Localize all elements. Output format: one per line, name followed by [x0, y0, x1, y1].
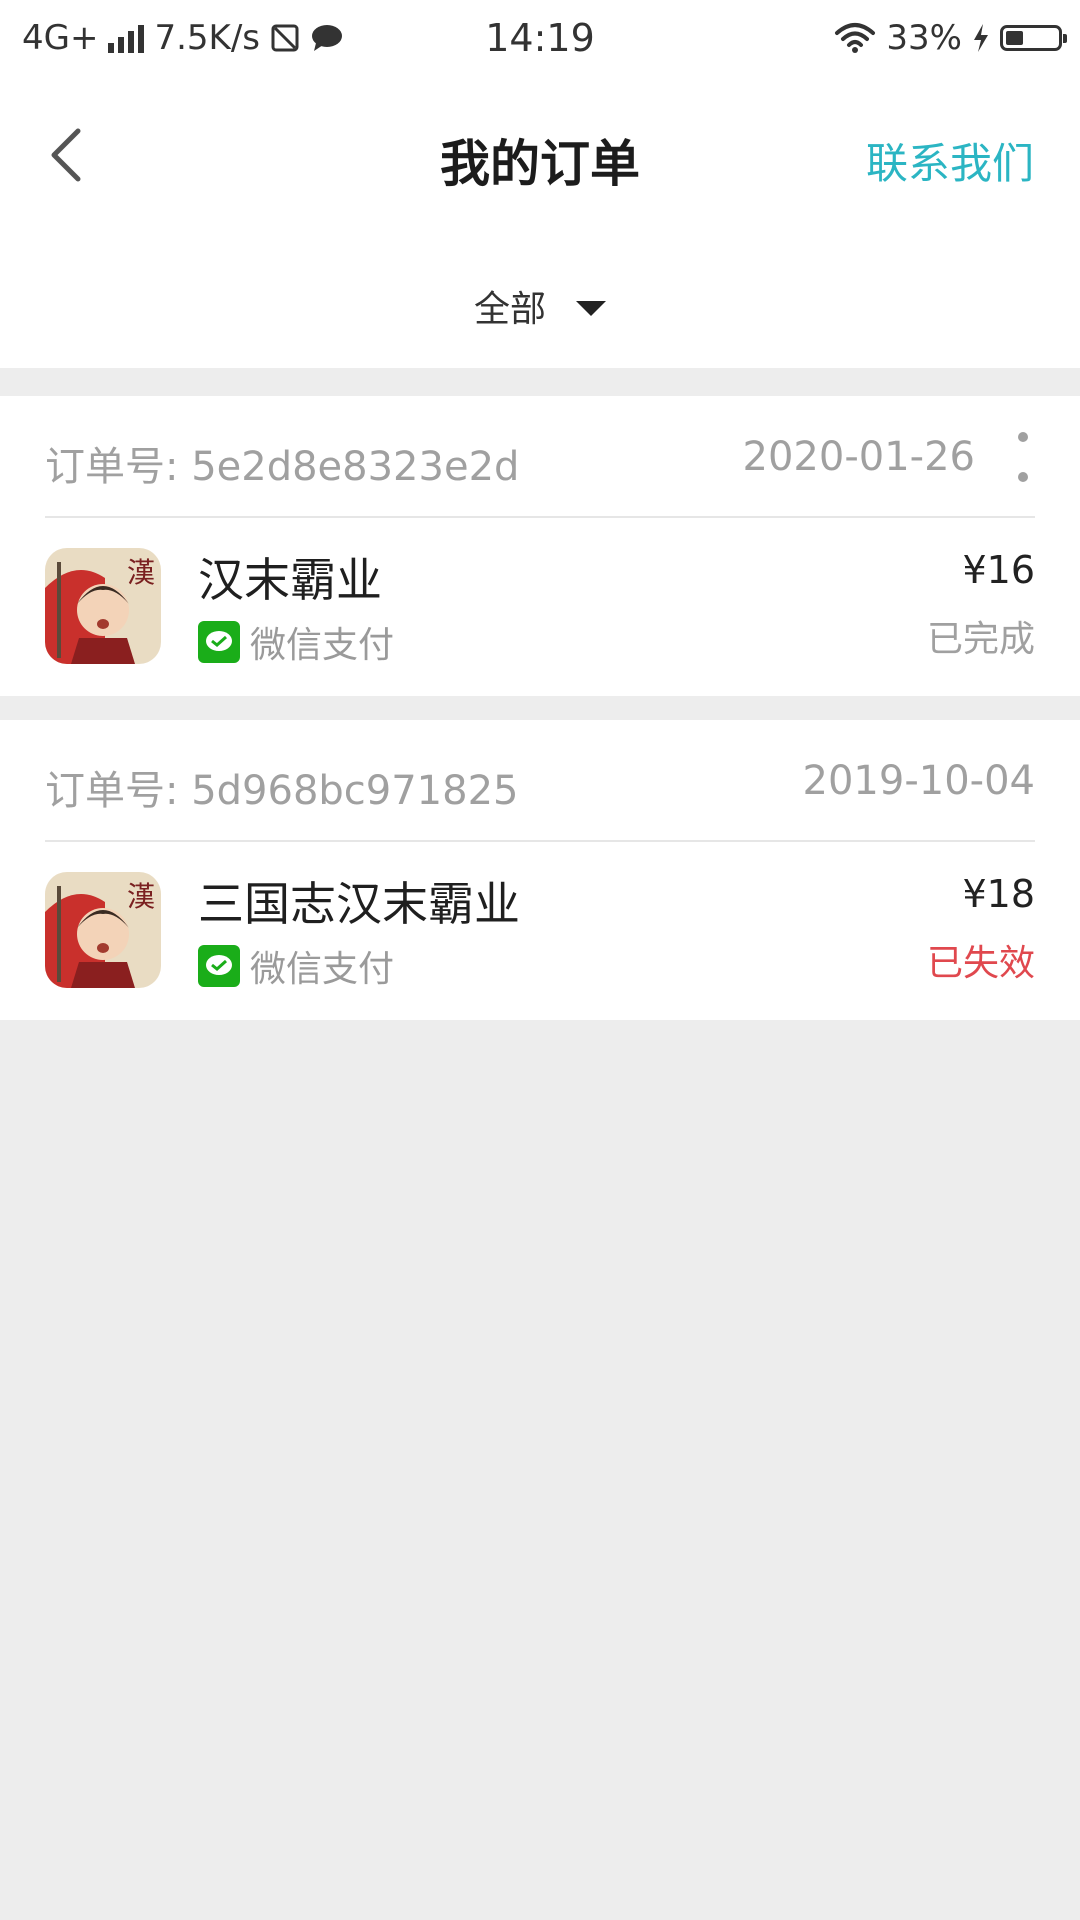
nav-bar: 我的订单 联系我们: [0, 100, 1080, 210]
order-body: 漢 三国志汉末霸业 微信支付 ¥18 已失效: [45, 842, 1035, 1020]
filter-dropdown[interactable]: 全部: [0, 280, 1080, 332]
battery-level: [1006, 31, 1023, 45]
order-body: 漢 汉末霸业 微信支付 ¥16 已完成: [45, 518, 1035, 696]
filter-label: 全部: [473, 289, 546, 330]
pay-method-label: 微信支付: [250, 625, 395, 666]
order-date: 2019-10-04: [802, 758, 1035, 804]
order-card[interactable]: 订单号: 5e2d8e8323e2d 2020-01-26 漢 汉末霸业 微信支…: [0, 396, 1080, 696]
battery-percent: 33%: [886, 18, 962, 58]
status-bar: 4G+ 7.5K/s 14:19 33%: [0, 0, 1080, 76]
pay-method-label: 微信支付: [250, 949, 395, 990]
order-number: 订单号: 5d968bc971825: [45, 758, 518, 816]
wechat-pay-icon: [198, 945, 240, 987]
game-icon-glyph: 漢: [127, 880, 155, 913]
order-number-value: 5d968bc971825: [191, 768, 519, 814]
wechat-pay-icon: [198, 621, 240, 663]
status-right: 33%: [834, 18, 1067, 58]
battery-tip: [1063, 34, 1067, 43]
game-name: 汉末霸业: [198, 553, 382, 607]
order-number: 订单号: 5e2d8e8323e2d: [45, 434, 519, 492]
order-status: 已完成: [926, 619, 1035, 660]
game-icon-glyph: 漢: [127, 556, 155, 589]
game-icon: 漢: [45, 548, 161, 664]
order-card[interactable]: 订单号: 5d968bc971825 2019-10-04 漢 三国志汉末霸业: [0, 720, 1080, 1020]
order-price: ¥16: [962, 548, 1035, 592]
caret-down-icon: [576, 300, 606, 316]
order-status: 已失效: [926, 943, 1035, 984]
order-header: 订单号: 5e2d8e8323e2d 2020-01-26: [45, 396, 1035, 518]
battery-icon: [1000, 25, 1067, 51]
pay-method: 微信支付: [198, 616, 394, 668]
header-area: 4G+ 7.5K/s 14:19 33% 我的订单 联系我们 全部: [0, 0, 1080, 368]
order-price: ¥18: [962, 872, 1035, 916]
game-icon: 漢: [45, 872, 161, 988]
game-name: 三国志汉末霸业: [198, 877, 520, 931]
pay-method: 微信支付: [198, 940, 394, 992]
wifi-icon: [835, 23, 876, 53]
order-number-prefix: 订单号:: [45, 444, 179, 490]
charging-icon: [974, 24, 988, 52]
contact-us-link[interactable]: 联系我们: [866, 130, 1034, 191]
order-number-prefix: 订单号:: [45, 768, 179, 814]
order-number-value: 5e2d8e8323e2d: [191, 444, 520, 490]
more-vertical-icon[interactable]: [1011, 432, 1035, 482]
order-date: 2020-01-26: [742, 434, 975, 480]
order-header: 订单号: 5d968bc971825 2019-10-04: [45, 720, 1035, 842]
